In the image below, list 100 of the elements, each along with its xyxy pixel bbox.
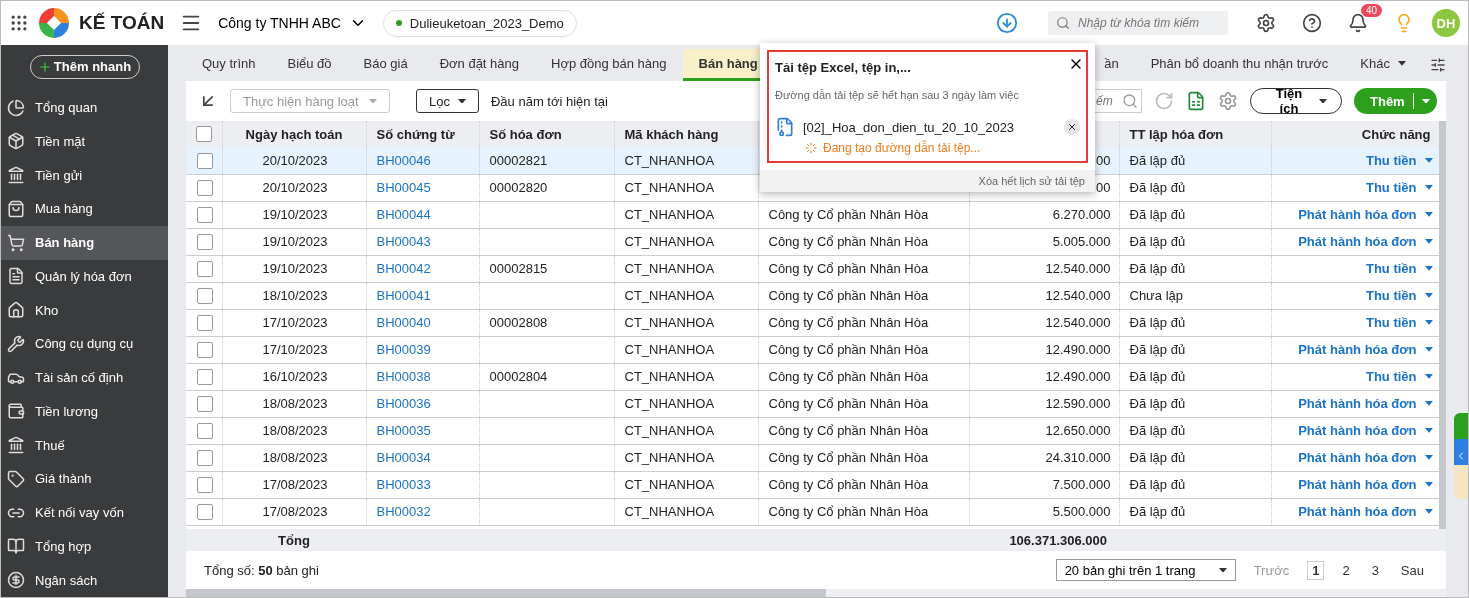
table-cell: CT_NHANHOA (624, 207, 715, 222)
sidebar-item[interactable]: Thuế (1, 428, 168, 462)
voucher-link[interactable]: BH00042 (376, 261, 431, 276)
row-checkbox[interactable] (196, 422, 213, 439)
side-panel-handle[interactable] (1454, 413, 1468, 499)
tab[interactable]: Đơn đặt hàng (423, 49, 535, 81)
action-dropdown[interactable]: Thu tiền (1365, 261, 1433, 276)
voucher-link[interactable]: BH00034 (376, 450, 431, 465)
table-cell: 12.540.000 (1045, 288, 1111, 303)
clear-history-link[interactable]: Xóa hết lịch sử tải tệp (760, 170, 1095, 192)
bank-icon (7, 436, 25, 455)
sidebar-item[interactable]: Mua hàng (1, 192, 168, 226)
select-all-checkbox[interactable] (196, 126, 212, 143)
tab[interactable]: Phân bổ doanh thu nhận trước (1134, 49, 1345, 81)
sidebar-item[interactable]: Quản lý hóa đơn (1, 259, 168, 294)
company-selector[interactable]: Công ty TNHH ABC (212, 14, 373, 32)
sidebar-item[interactable]: Tổng quan (1, 90, 168, 125)
row-checkbox[interactable] (196, 395, 213, 412)
sidebar-item[interactable]: Kho (1, 293, 168, 327)
action-dropdown[interactable]: Thu tiền (1365, 152, 1433, 168)
voucher-link[interactable]: BH00035 (376, 423, 431, 438)
action-dropdown[interactable]: Phát hành hóa đơn (1298, 477, 1433, 492)
table-cell: 16/10/2023 (262, 369, 328, 384)
table-cell: 7.500.000 (1052, 477, 1111, 492)
voucher-link[interactable]: BH00041 (376, 288, 431, 303)
voucher-link[interactable]: BH00044 (376, 207, 431, 222)
row-checkbox[interactable] (196, 449, 213, 466)
table-cell: Công ty Cổ phần Nhân Hòa (768, 369, 929, 384)
scrollbar-thumb[interactable] (186, 589, 826, 597)
tab[interactable]: Báo giá (347, 49, 424, 81)
remove-icon[interactable] (1064, 119, 1080, 135)
action-dropdown[interactable]: Phát hành hóa đơn (1298, 342, 1433, 357)
tab[interactable]: ần (1102, 49, 1135, 81)
spinner-icon (805, 142, 817, 154)
voucher-link[interactable]: BH00043 (376, 234, 431, 249)
voucher-link[interactable]: BH00036 (376, 396, 431, 411)
sidebar-item[interactable]: Kết nối vay vốn (1, 495, 168, 530)
table-cell: 18/10/2023 (262, 288, 328, 303)
row-checkbox[interactable] (196, 260, 213, 277)
sidebar-item[interactable]: Tiền mặt (1, 124, 168, 159)
voucher-link[interactable]: BH00038 (376, 369, 431, 384)
search-field[interactable]: ếm (1094, 89, 1142, 113)
table-cell: Công ty Cổ phần Nhân Hòa (768, 315, 929, 330)
tab[interactable]: Quy trình (186, 49, 272, 81)
action-dropdown[interactable]: Phát hành hóa đơn (1298, 450, 1433, 465)
action-dropdown[interactable]: Phát hành hóa đơn (1298, 207, 1433, 222)
action-dropdown[interactable]: Thu tiền (1365, 180, 1433, 195)
voucher-link[interactable]: BH00032 (376, 504, 431, 519)
apps-grid-icon[interactable] (9, 13, 29, 33)
row-checkbox[interactable] (196, 503, 213, 520)
utilities-button[interactable]: Tiện ích (1250, 88, 1342, 114)
row-checkbox[interactable] (196, 341, 213, 358)
row-checkbox[interactable] (196, 287, 213, 304)
table-cell: CT_NHANHOA (624, 423, 715, 438)
action-dropdown[interactable]: Phát hành hóa đơn (1298, 504, 1433, 519)
row-checkbox[interactable] (196, 368, 213, 385)
sidebar-item[interactable]: Bán hàng (1, 225, 168, 260)
expiry-note: Đường dẫn tải tệp sẽ hết hạn sau 3 ngày làm việc (775, 89, 1020, 101)
sidebar-item[interactable]: Tài sản cố định (1, 360, 168, 395)
action-dropdown[interactable]: Thu tiền (1365, 315, 1433, 330)
action-dropdown[interactable]: Thu tiền (1365, 288, 1433, 303)
filter-button[interactable]: Lọc (416, 89, 479, 113)
voucher-link[interactable]: BH00040 (376, 315, 431, 330)
page-button[interactable]: 1 (1307, 560, 1325, 580)
column-header: Mã khách hàng (614, 121, 758, 147)
sidebar-item[interactable]: Tiền lương (1, 394, 168, 429)
row-checkbox[interactable] (196, 314, 213, 331)
voucher-link[interactable]: BH00033 (376, 477, 431, 492)
voucher-link[interactable]: BH00039 (376, 342, 431, 357)
caret-icon (1424, 509, 1433, 514)
sidebar-item[interactable]: Công cụ dụng cụ (1, 327, 168, 361)
action-dropdown[interactable]: Phát hành hóa đơn (1298, 234, 1433, 249)
action-dropdown[interactable]: Phát hành hóa đơn (1298, 396, 1433, 411)
tab[interactable]: Hợp đồng bán hàng (535, 49, 683, 81)
voucher-link[interactable]: BH00046 (376, 152, 431, 168)
table-cell: Chưa lập (1129, 288, 1183, 303)
row-checkbox[interactable] (196, 152, 213, 169)
logo-icon (39, 8, 69, 38)
row-checkbox[interactable] (196, 233, 213, 250)
page-size-dropdown[interactable]: 20 bản ghi trên 1 trang (1055, 559, 1236, 581)
tab[interactable]: Biểu đồ (271, 49, 348, 81)
search-field[interactable]: Nhập từ khóa tìm kiếm (1048, 11, 1228, 35)
caret-icon (1424, 320, 1433, 325)
refresh-icon[interactable] (1154, 91, 1174, 111)
sidebar-item[interactable]: Ngân sách (1, 563, 168, 597)
action-dropdown[interactable]: Phát hành hóa đơn (1298, 423, 1433, 438)
row-checkbox[interactable] (196, 206, 213, 223)
row-checkbox[interactable] (196, 179, 213, 196)
table-cell: 5.500.000 (1052, 504, 1111, 519)
excel-icon[interactable] (1186, 91, 1206, 111)
column-header: Số hóa đơn (479, 121, 614, 147)
row-checkbox[interactable] (196, 476, 213, 493)
sidebar-item[interactable]: Tổng hợp (1, 529, 168, 564)
more-tab[interactable]: Khác (1344, 49, 1422, 81)
search-icon (1056, 16, 1070, 30)
sidebar-item[interactable]: Tiền gửi (1, 158, 168, 192)
voucher-link[interactable]: BH00045 (376, 180, 431, 195)
action-dropdown[interactable]: Thu tiền (1365, 369, 1433, 384)
sidebar-item[interactable]: Giá thành (1, 462, 168, 496)
caret-icon (369, 98, 377, 104)
